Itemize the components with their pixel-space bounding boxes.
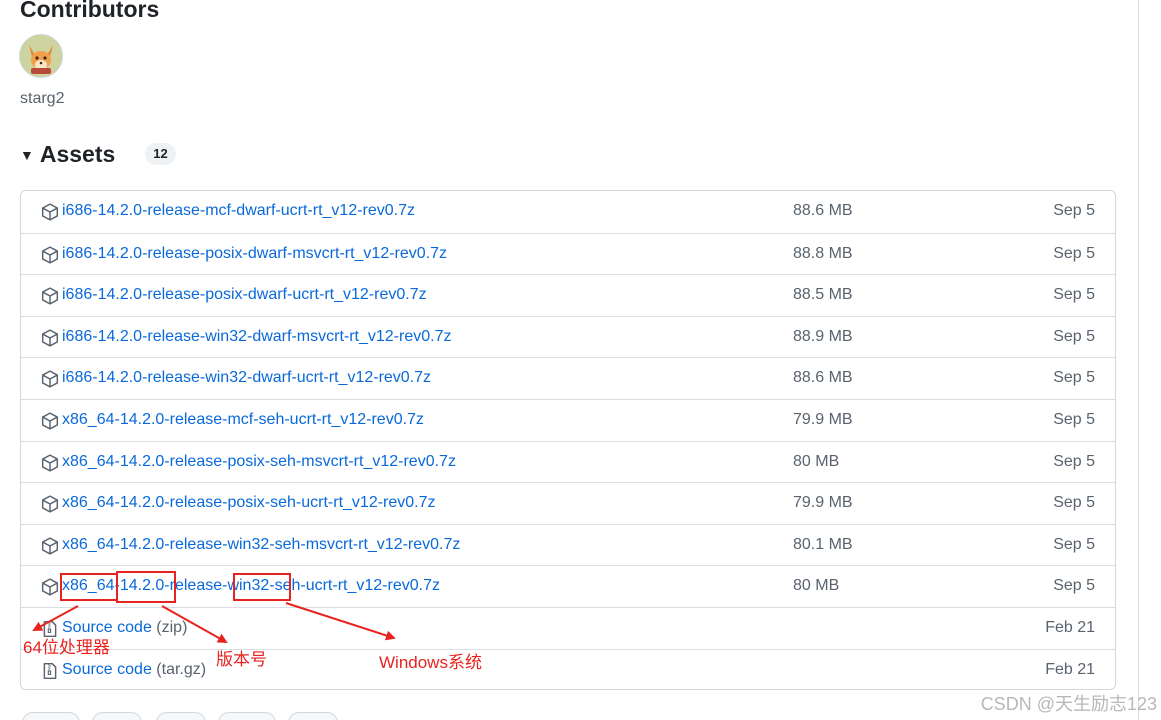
asset-link[interactable]: x86_64-14.2.0-release-win32-seh-msvcrt-r… <box>62 536 460 554</box>
source-code-ext: (tar.gz) <box>156 660 207 678</box>
reaction-button[interactable] <box>218 712 276 720</box>
asset-date: Sep 5 <box>1053 535 1095 553</box>
source-code-label: Source code <box>62 660 152 678</box>
asset-date: Sep 5 <box>1053 202 1095 219</box>
watermark: CSDN @天生励志123 <box>980 694 1157 714</box>
source-code-targz-row: Source code (tar.gz) Feb 21 <box>21 648 1115 689</box>
annotation-box-os <box>233 573 291 601</box>
asset-size: 79.9 MB <box>793 410 853 428</box>
package-icon <box>41 453 59 472</box>
reaction-button[interactable] <box>156 712 206 720</box>
asset-date: Sep 5 <box>1053 369 1095 387</box>
source-code-targz-link[interactable]: Source code (tar.gz) <box>62 661 206 679</box>
annotation-label-version: 版本号 <box>216 650 267 669</box>
asset-size: 88.5 MB <box>793 286 853 304</box>
annotation-box-version <box>116 571 176 603</box>
asset-date: Sep 5 <box>1053 452 1095 470</box>
annotation-label-arch: 64位处理器 <box>23 638 110 657</box>
asset-size: 88.6 MB <box>793 369 853 387</box>
asset-link[interactable]: i686-14.2.0-release-mcf-dwarf-ucrt-rt_v1… <box>62 202 415 220</box>
asset-date: Feb 21 <box>1045 618 1095 636</box>
asset-link[interactable]: x86_64-14.2.0-release-mcf-seh-ucrt-rt_v1… <box>62 411 424 429</box>
package-icon <box>41 370 59 388</box>
asset-size: 88.6 MB <box>793 202 853 219</box>
contributors-heading: Contributors <box>20 0 160 22</box>
asset-row: i686-14.2.0-release-win32-dwarf-msvcrt-r… <box>21 315 1115 358</box>
asset-date: Sep 5 <box>1053 244 1095 262</box>
asset-size: 80 MB <box>793 452 840 470</box>
package-icon <box>41 495 59 513</box>
package-icon <box>41 537 59 555</box>
asset-link[interactable]: i686-14.2.0-release-win32-dwarf-msvcrt-r… <box>62 328 451 346</box>
asset-size: 80.1 MB <box>793 535 853 553</box>
asset-row: i686-14.2.0-release-win32-dwarf-ucrt-rt_… <box>21 357 1115 399</box>
contributor-username[interactable]: starg2 <box>20 90 64 108</box>
asset-row: i686-14.2.0-release-posix-dwarf-ucrt-rt_… <box>21 274 1115 316</box>
triangle-down-icon[interactable]: ▼ <box>20 147 34 163</box>
asset-date: Sep 5 <box>1053 494 1095 512</box>
assets-count-badge: 12 <box>145 143 176 165</box>
fox-avatar-icon <box>20 35 62 77</box>
assets-header[interactable]: ▼ Assets 12 <box>20 138 176 170</box>
asset-size: 88.8 MB <box>793 244 853 262</box>
source-code-zip-row: Source code (zip) Feb 21 <box>21 606 1115 649</box>
asset-date: Sep 5 <box>1053 286 1095 304</box>
package-icon <box>41 287 59 305</box>
asset-date: Sep 5 <box>1053 577 1095 595</box>
asset-row: i686-14.2.0-release-mcf-dwarf-ucrt-rt_v1… <box>21 191 1115 233</box>
reaction-button[interactable] <box>92 712 142 720</box>
reaction-button[interactable] <box>288 712 338 720</box>
asset-link[interactable]: i686-14.2.0-release-posix-dwarf-ucrt-rt_… <box>62 286 427 304</box>
package-icon <box>41 245 59 264</box>
asset-row: x86_64-14.2.0-release-posix-seh-ucrt-rt_… <box>21 482 1115 524</box>
asset-size: 80 MB <box>793 577 840 595</box>
asset-link[interactable]: x86_64-14.2.0-release-posix-seh-ucrt-rt_… <box>62 494 436 512</box>
asset-link[interactable]: i686-14.2.0-release-posix-dwarf-msvcrt-r… <box>62 245 447 263</box>
asset-row: x86_64-14.2.0-release-mcf-seh-ucrt-rt_v1… <box>21 398 1115 441</box>
asset-date: Sep 5 <box>1053 410 1095 428</box>
assets-list: i686-14.2.0-release-mcf-dwarf-ucrt-rt_v1… <box>20 190 1116 690</box>
annotation-box-arch <box>60 573 118 601</box>
asset-link[interactable]: i686-14.2.0-release-win32-dwarf-ucrt-rt_… <box>62 369 431 387</box>
annotation-label-os: Windows系统 <box>379 653 482 672</box>
asset-date: Feb 21 <box>1045 660 1095 678</box>
file-zip-icon <box>43 662 57 679</box>
package-icon <box>41 578 59 596</box>
package-icon <box>41 412 59 430</box>
asset-size: 88.9 MB <box>793 327 853 345</box>
source-code-ext: (zip) <box>156 618 188 636</box>
asset-row: x86_64-14.2.0-release-posix-seh-msvcrt-r… <box>21 440 1115 483</box>
asset-row: x86_64-14.2.0-release-win32-seh-msvcrt-r… <box>21 523 1115 566</box>
asset-size: 79.9 MB <box>793 494 853 512</box>
assets-title: Assets <box>39 140 116 167</box>
asset-row: i686-14.2.0-release-posix-dwarf-msvcrt-r… <box>21 232 1115 275</box>
asset-link[interactable]: x86_64-14.2.0-release-posix-seh-msvcrt-r… <box>62 453 456 471</box>
asset-row: x86_64-14.2.0-release-win32-seh-ucrt-rt_… <box>21 565 1115 607</box>
avatar[interactable] <box>19 34 63 78</box>
package-icon <box>41 203 59 221</box>
release-page: Contributors starg2 ▼ Assets 12 i686-14.… <box>0 0 1161 720</box>
reaction-button[interactable] <box>22 712 80 720</box>
sidebar-divider <box>1138 0 1139 720</box>
asset-date: Sep 5 <box>1053 327 1095 345</box>
package-icon <box>41 329 59 347</box>
